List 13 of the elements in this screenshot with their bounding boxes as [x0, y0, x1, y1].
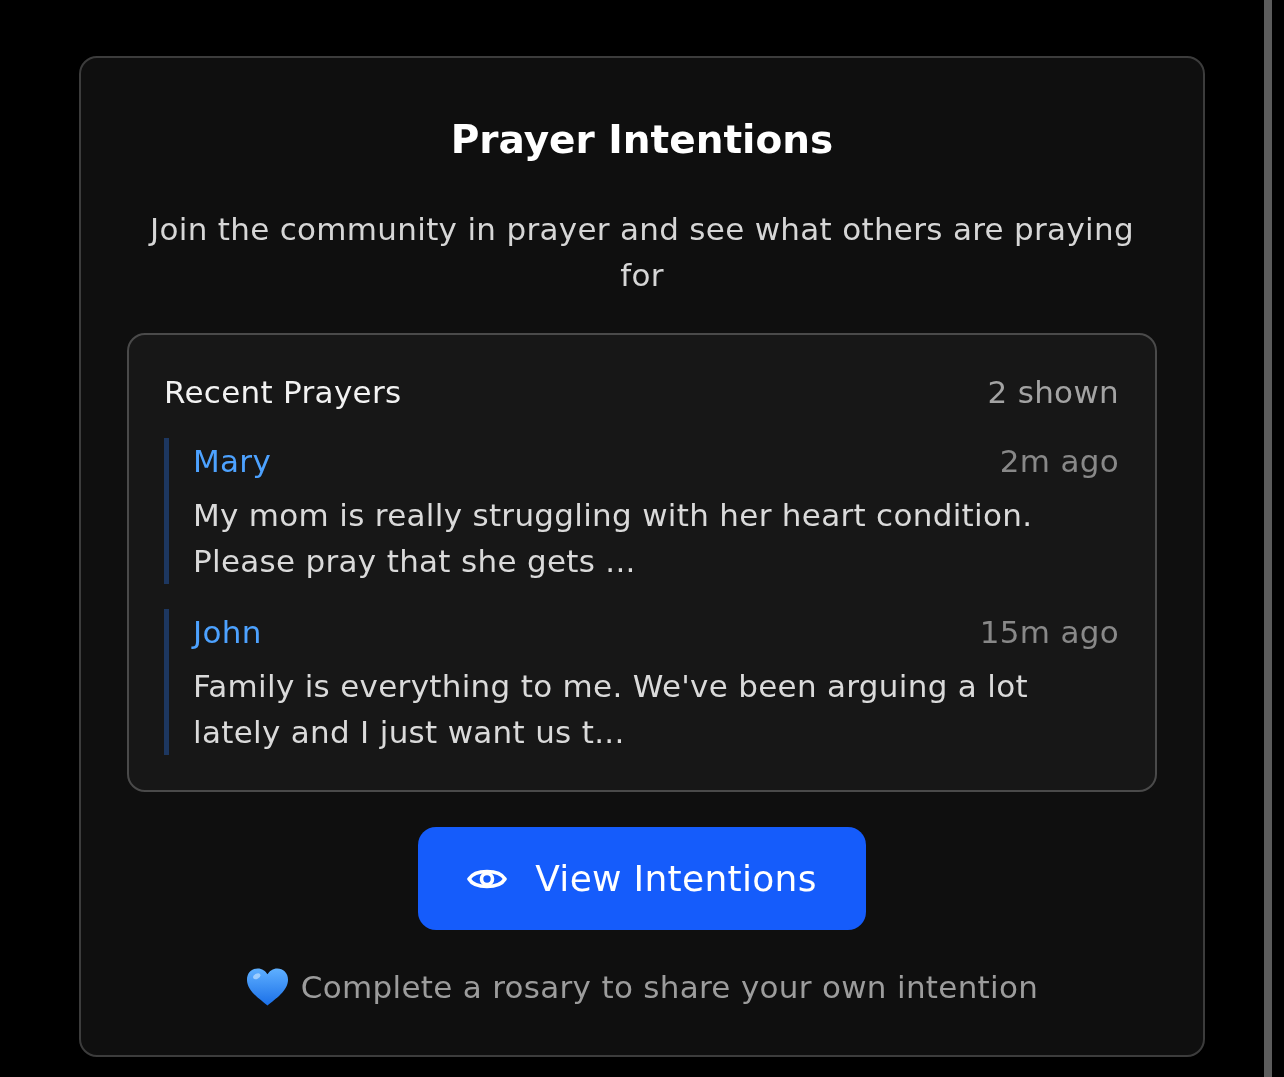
recent-prayers-heading: Recent Prayers: [164, 373, 402, 412]
shown-count: 2 shown: [987, 373, 1119, 412]
timestamp: 2m ago: [999, 442, 1119, 481]
timestamp: 15m ago: [979, 613, 1119, 652]
footer-hint: Complete a rosary to share your own intention: [300, 968, 1039, 1007]
author-name: John: [193, 613, 262, 652]
heart-icon: [245, 967, 289, 1007]
card-title: Prayer Intentions: [450, 116, 834, 164]
author-name: Mary: [193, 442, 272, 481]
prayer-text: My mom is really struggling with her heart condition. Please pray that she gets ...: [193, 496, 1034, 581]
view-intentions-button[interactable]: View Intentions: [418, 827, 866, 930]
prayer-text: Family is everything to me. We've been arguing a lot lately and I just want us t...: [193, 667, 1029, 752]
card-subtitle: Join the community in prayer and see what others are praying for: [147, 210, 1135, 295]
